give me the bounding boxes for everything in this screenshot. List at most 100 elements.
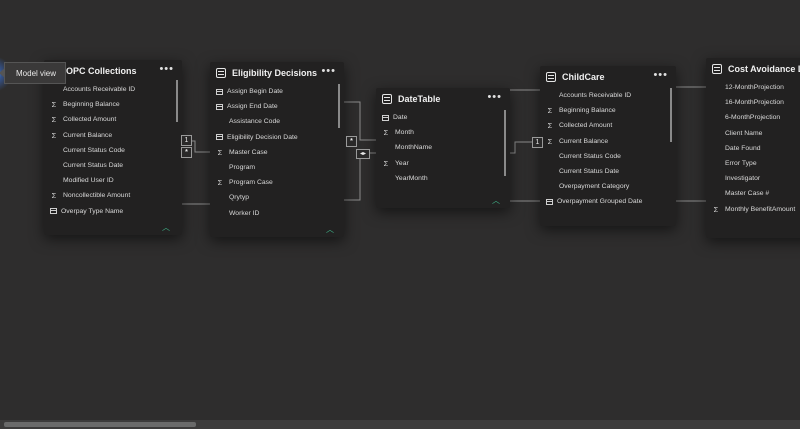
field-row[interactable]: xModified User ID: [44, 173, 182, 188]
vertical-scrollbar[interactable]: [338, 84, 340, 128]
field-name: Beginning Balance: [559, 107, 616, 115]
sigma-icon: Σ: [383, 158, 389, 168]
field-row[interactable]: xCurrent Status Date: [44, 158, 182, 173]
field-row[interactable]: Σ Collected Amount: [44, 112, 182, 127]
table-header[interactable]: Eligibility Decisions •••: [210, 62, 344, 84]
field-row[interactable]: Σ Noncollectible Amount: [44, 188, 182, 203]
field-row[interactable]: xClient Name: [706, 126, 800, 141]
vertical-scrollbar[interactable]: [670, 88, 672, 142]
field-row[interactable]: xWorker ID: [210, 206, 344, 221]
field-row[interactable]: xCurrent Status Date: [540, 164, 676, 179]
field-row[interactable]: Overpay Type Name: [44, 204, 182, 219]
field-row[interactable]: xMaster Case #: [706, 186, 800, 201]
field-row[interactable]: xOverpayment Category: [540, 179, 676, 194]
collapse-chevron-icon[interactable]: ︿: [492, 195, 500, 206]
field-row[interactable]: xQrytyp: [210, 190, 344, 205]
sigma-icon: Σ: [713, 204, 719, 214]
sigma-icon: Σ: [217, 147, 223, 157]
field-row[interactable]: xCurrent Status Code: [540, 149, 676, 164]
field-row[interactable]: xInvestigator: [706, 171, 800, 186]
field-row[interactable]: xDate Found: [706, 141, 800, 156]
table-field-icon: [216, 88, 223, 95]
field-row[interactable]: Σ Current Balance: [540, 134, 676, 149]
field-name: Current Status Date: [63, 162, 124, 170]
relationship-line-eligibility-datetable-2: [342, 152, 378, 201]
field-row[interactable]: xYearMonth: [376, 171, 510, 186]
field-row[interactable]: xAssistance Code: [210, 114, 344, 129]
field-name: Program: [229, 164, 256, 172]
field-row[interactable]: Date: [376, 110, 510, 125]
field-name: Client Name: [725, 129, 763, 137]
collapse-chevron-icon[interactable]: ︿: [326, 224, 334, 235]
field-row[interactable]: Σ Current Balance: [44, 128, 182, 143]
field-row[interactable]: Σ Beginning Balance: [44, 97, 182, 112]
field-name: Worker ID: [229, 209, 260, 217]
field-row[interactable]: Assign Begin Date: [210, 84, 344, 99]
field-name: Current Status Date: [559, 168, 620, 176]
more-options-button[interactable]: •••: [487, 91, 502, 103]
table-title: ChildCare: [562, 72, 605, 82]
field-row[interactable]: Σ Master Case: [210, 145, 344, 160]
model-canvas[interactable]: Model view OPC Collections ••• xAccounts…: [0, 0, 800, 429]
field-row[interactable]: Assign End Date: [210, 99, 344, 114]
field-row[interactable]: xCurrent Status Code: [44, 143, 182, 158]
field-name: 12-MonthProjection: [725, 84, 784, 92]
field-name: Accounts Receivable ID: [559, 92, 632, 100]
field-row[interactable]: x6-MonthProjection: [706, 110, 800, 125]
field-name: Qrytyp: [229, 194, 250, 202]
cardinality-one-label: 1: [181, 135, 192, 146]
scrollbar-thumb[interactable]: [4, 422, 196, 427]
field-name: Monthly BenefitAmount: [725, 205, 796, 213]
collapse-chevron-icon[interactable]: ︿: [162, 222, 170, 233]
field-name: Master Case: [229, 148, 268, 156]
field-name: Eligibility Decision Date: [227, 133, 298, 141]
field-name: Assign End Date: [227, 103, 278, 111]
horizontal-scrollbar[interactable]: [0, 420, 800, 429]
sigma-icon: Σ: [51, 130, 57, 140]
field-name: 16-MonthProjection: [725, 99, 784, 107]
sigma-icon: Σ: [51, 100, 57, 110]
field-name: 6-MonthProjection: [725, 114, 781, 122]
field-row[interactable]: xProgram: [210, 160, 344, 175]
table-card-datetable[interactable]: DateTable ••• Date Σ Month xMonthName Σ Year x…: [376, 88, 510, 208]
table-card-cost-avoidance-log[interactable]: Cost Avoidance Log x12-MonthProjectionx1…: [706, 58, 800, 238]
field-name: Current Balance: [559, 137, 609, 145]
field-row[interactable]: xError Type: [706, 156, 800, 171]
field-row[interactable]: x12-MonthProjection: [706, 80, 800, 95]
table-title: Eligibility Decisions: [232, 68, 318, 78]
field-name: Overpayment Grouped Date: [557, 198, 643, 206]
field-name: YearMonth: [395, 174, 428, 182]
more-options-button[interactable]: •••: [321, 65, 336, 77]
field-row[interactable]: Σ Year: [376, 156, 510, 171]
field-row[interactable]: xAccounts Receivable ID: [540, 88, 676, 103]
vertical-scrollbar[interactable]: [176, 80, 178, 122]
field-name: Collected Amount: [559, 122, 613, 130]
table-header[interactable]: Cost Avoidance Log: [706, 58, 800, 80]
field-row[interactable]: Σ Collected Amount: [540, 118, 676, 133]
sigma-icon: Σ: [51, 191, 57, 201]
more-options-button[interactable]: •••: [653, 69, 668, 81]
field-name: Accounts Receivable ID: [63, 86, 136, 94]
table-field-icon: [382, 114, 389, 121]
field-row[interactable]: Σ Month: [376, 125, 510, 140]
field-row[interactable]: Σ Monthly BenefitAmount: [706, 202, 800, 217]
more-options-button[interactable]: •••: [159, 63, 174, 75]
table-header[interactable]: DateTable •••: [376, 88, 510, 110]
table-header[interactable]: ChildCare •••: [540, 66, 676, 88]
field-row[interactable]: Overpayment Grouped Date: [540, 194, 676, 209]
field-row[interactable]: x16-MonthProjection: [706, 95, 800, 110]
sigma-icon: Σ: [51, 115, 57, 125]
field-row[interactable]: xAccounts Receivable ID: [44, 82, 182, 97]
field-name: Assistance Code: [229, 118, 281, 126]
table-field-icon: [216, 134, 223, 141]
table-card-opc-collections[interactable]: OPC Collections ••• xAccounts Receivable…: [44, 60, 182, 235]
field-row[interactable]: Σ Program Case: [210, 175, 344, 190]
field-name: Date: [393, 114, 408, 122]
table-card-childcare[interactable]: ChildCare ••• xAccounts Receivable ID Σ Be…: [540, 66, 676, 226]
table-card-eligibility-decisions[interactable]: Eligibility Decisions ••• Assign Begin D…: [210, 62, 344, 237]
vertical-scrollbar[interactable]: [504, 110, 506, 176]
field-row[interactable]: Σ Beginning Balance: [540, 103, 676, 118]
field-row[interactable]: Eligibility Decision Date: [210, 130, 344, 145]
field-row[interactable]: xMonthName: [376, 140, 510, 155]
field-name: Modified User ID: [63, 177, 114, 185]
